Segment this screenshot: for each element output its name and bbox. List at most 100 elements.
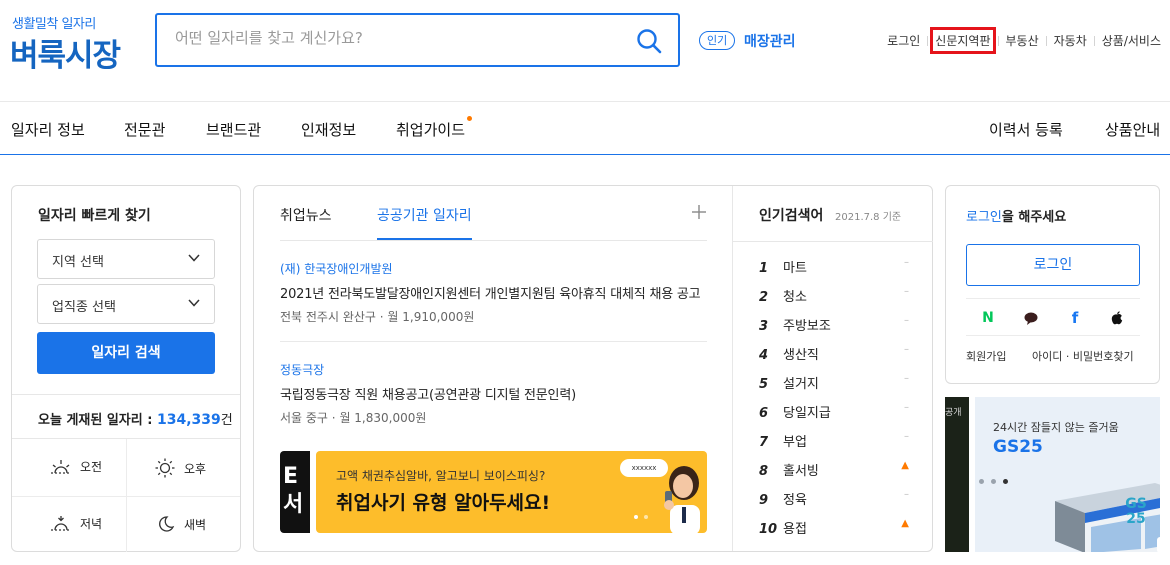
new-dot-icon bbox=[467, 116, 473, 121]
store-management-link[interactable]: 매장관리 bbox=[744, 31, 796, 51]
time-morning-label: 오전 bbox=[80, 460, 103, 474]
separator bbox=[1093, 35, 1095, 46]
products-services-link[interactable]: 상품/서비스 bbox=[1102, 32, 1161, 49]
trend-same-icon: – bbox=[904, 402, 909, 413]
signup-link[interactable]: 회원가입 bbox=[966, 350, 1006, 363]
real-estate-link[interactable]: 부동산 bbox=[1006, 32, 1039, 49]
nav-job-guide-label: 취업가이드 bbox=[396, 121, 466, 139]
gs25-ad[interactable]: 24시간 잠들지 않는 즐거움 GS25 GS 25 bbox=[975, 397, 1160, 552]
gs25-sign: GS 25 bbox=[1125, 496, 1147, 527]
job-type-select[interactable]: 업직종 선택 bbox=[37, 284, 215, 324]
popular-rank: 4 bbox=[759, 348, 769, 363]
popular-item[interactable]: 1 마트 – bbox=[759, 257, 909, 276]
time-morning[interactable]: 오전 bbox=[50, 458, 102, 475]
time-dawn[interactable]: 새벽 bbox=[154, 515, 206, 533]
pager-dot[interactable] bbox=[991, 479, 996, 484]
time-afternoon[interactable]: 오후 bbox=[154, 458, 206, 478]
nav-brand[interactable]: 브랜드관 bbox=[206, 119, 261, 140]
popular-item[interactable]: 9 정육 – bbox=[759, 489, 909, 508]
gs25-ad-banner[interactable]: 공개 24시간 잠들지 않는 즐거움 GS25 GS 25 bbox=[945, 397, 1160, 552]
today-label: 오늘 게재된 일자리 : bbox=[38, 413, 157, 428]
job-type-select-label: 업직종 선택 bbox=[52, 300, 116, 315]
facebook-icon[interactable]: f bbox=[1067, 310, 1083, 326]
kakao-icon[interactable] bbox=[1023, 310, 1039, 326]
trend-up-icon: ▲ bbox=[901, 518, 909, 529]
popular-item[interactable]: 2 청소 – bbox=[759, 286, 909, 305]
time-afternoon-label: 오후 bbox=[184, 461, 207, 476]
prev-banner-edge[interactable]: E 서 bbox=[280, 451, 310, 533]
ad-subtitle: 24시간 잠들지 않는 즐거움 bbox=[993, 421, 1119, 434]
ad-pagination bbox=[979, 479, 1008, 484]
nav-product-guide[interactable]: 상품안내 bbox=[1105, 119, 1160, 140]
trend-same-icon: – bbox=[904, 431, 909, 442]
find-account-link[interactable]: 아이디 · 비밀번호찾기 bbox=[1032, 348, 1134, 364]
job-item[interactable]: 정동극장 국립정동극장 직원 채용공고(공연관광 디지털 전문인력) 서울 중구… bbox=[280, 361, 707, 426]
time-evening[interactable]: 저녁 bbox=[50, 515, 102, 532]
sun-icon bbox=[155, 458, 175, 478]
region-select[interactable]: 지역 선택 bbox=[37, 239, 215, 279]
popular-rank: 6 bbox=[759, 406, 769, 421]
job-location: 서울 중구 bbox=[280, 411, 328, 425]
search-input[interactable] bbox=[175, 29, 615, 47]
job-divider bbox=[280, 341, 707, 342]
popular-item[interactable]: 6 당일지급 – bbox=[759, 402, 909, 421]
chevron-down-icon bbox=[188, 299, 200, 307]
banner-title: 취업사기 유형 알아두세요! bbox=[336, 492, 551, 514]
job-item[interactable]: (재) 한국장애인개발원 2021년 전라북도발달장애인지원센터 개인별지원팀 … bbox=[280, 260, 707, 325]
nav-specialty[interactable]: 전문관 bbox=[124, 119, 165, 140]
popular-item[interactable]: 3 주방보조 – bbox=[759, 315, 909, 334]
job-title: 2021년 전라북도발달장애인지원센터 개인별지원팀 육아휴직 대체직 채용 공… bbox=[280, 287, 701, 302]
job-location: 전북 전주시 완산구 bbox=[280, 310, 376, 324]
popular-rank: 8 bbox=[759, 464, 769, 479]
social-login-row: N f bbox=[966, 298, 1140, 336]
nav-resume-register[interactable]: 이력서 등록 bbox=[989, 119, 1063, 140]
popular-search-panel: 인기검색어 2021.7.8 기준 1 마트 – 2 청소 – 3 주방보조 – 4 생산직 – 5 설거… bbox=[732, 186, 933, 551]
popular-word: 정육 bbox=[783, 493, 807, 508]
job-search-button[interactable]: 일자리 검색 bbox=[37, 332, 215, 374]
pager-dot[interactable] bbox=[634, 515, 638, 519]
apple-icon[interactable] bbox=[1109, 310, 1125, 326]
popular-item[interactable]: 10 용접 ▲ bbox=[759, 518, 909, 537]
job-meta: 전북 전주시 완산구 · 월 1,910,000원 bbox=[280, 310, 475, 324]
car-link[interactable]: 자동차 bbox=[1054, 32, 1087, 49]
pager-dot[interactable] bbox=[644, 515, 648, 519]
search-box bbox=[155, 13, 680, 67]
tab-job-news[interactable]: 취업뉴스 bbox=[280, 205, 332, 225]
scam-warning-banner[interactable]: 고액 채권추심알바, 알고보니 보이스피싱? 취업사기 유형 알아두세요! xx… bbox=[316, 451, 707, 533]
login-button[interactable]: 로그인 bbox=[966, 244, 1140, 286]
popular-item[interactable]: 4 생산직 – bbox=[759, 344, 909, 363]
nav-job-guide[interactable]: 취업가이드 bbox=[396, 116, 473, 140]
trend-same-icon: – bbox=[904, 489, 909, 500]
popular-item[interactable]: 8 홀서빙 ▲ bbox=[759, 460, 909, 479]
trend-same-icon: – bbox=[904, 373, 909, 384]
today-count: 오늘 게재된 일자리 : 134,339건 bbox=[12, 394, 240, 428]
search-icon[interactable] bbox=[636, 28, 662, 54]
popular-item[interactable]: 5 설거지 – bbox=[759, 373, 909, 392]
popular-word: 마트 bbox=[783, 261, 807, 276]
job-salary: 월 1,830,000원 bbox=[339, 411, 427, 425]
sunrise-icon bbox=[51, 459, 71, 474]
login-message-link[interactable]: 로그인 bbox=[966, 210, 1002, 225]
newspaper-region-link[interactable]: 신문지역판 bbox=[930, 27, 996, 54]
site-logo[interactable]: 벼룩시장 bbox=[10, 30, 121, 75]
nav-talent[interactable]: 인재정보 bbox=[301, 119, 356, 140]
login-link[interactable]: 로그인 bbox=[887, 32, 920, 49]
naver-icon[interactable]: N bbox=[980, 310, 996, 326]
trend-same-icon: – bbox=[904, 286, 909, 297]
popular-item[interactable]: 7 부업 – bbox=[759, 431, 909, 450]
pager-dot[interactable] bbox=[979, 479, 984, 484]
job-org: 정동극장 bbox=[280, 363, 325, 377]
tab-public-jobs[interactable]: 공공기관 일자리 bbox=[377, 205, 472, 225]
nav-job-info[interactable]: 일자리 정보 bbox=[11, 119, 85, 140]
popular-rank: 9 bbox=[759, 493, 769, 508]
time-evening-label: 저녁 bbox=[80, 517, 103, 531]
pager-dot[interactable] bbox=[1003, 479, 1008, 484]
main-nav: 일자리 정보 전문관 브랜드관 인재정보 취업가이드 이력서 등록 상품안내 bbox=[0, 102, 1170, 155]
popular-divider bbox=[733, 241, 933, 242]
woman-phone-illustration bbox=[664, 466, 700, 533]
popular-word: 설거지 bbox=[783, 377, 819, 392]
prev-ad-edge[interactable]: 공개 bbox=[945, 397, 969, 552]
plus-icon[interactable] bbox=[691, 204, 707, 220]
popular-word: 부업 bbox=[783, 435, 807, 450]
quick-search-title: 일자리 빠르게 찾기 bbox=[38, 208, 151, 224]
